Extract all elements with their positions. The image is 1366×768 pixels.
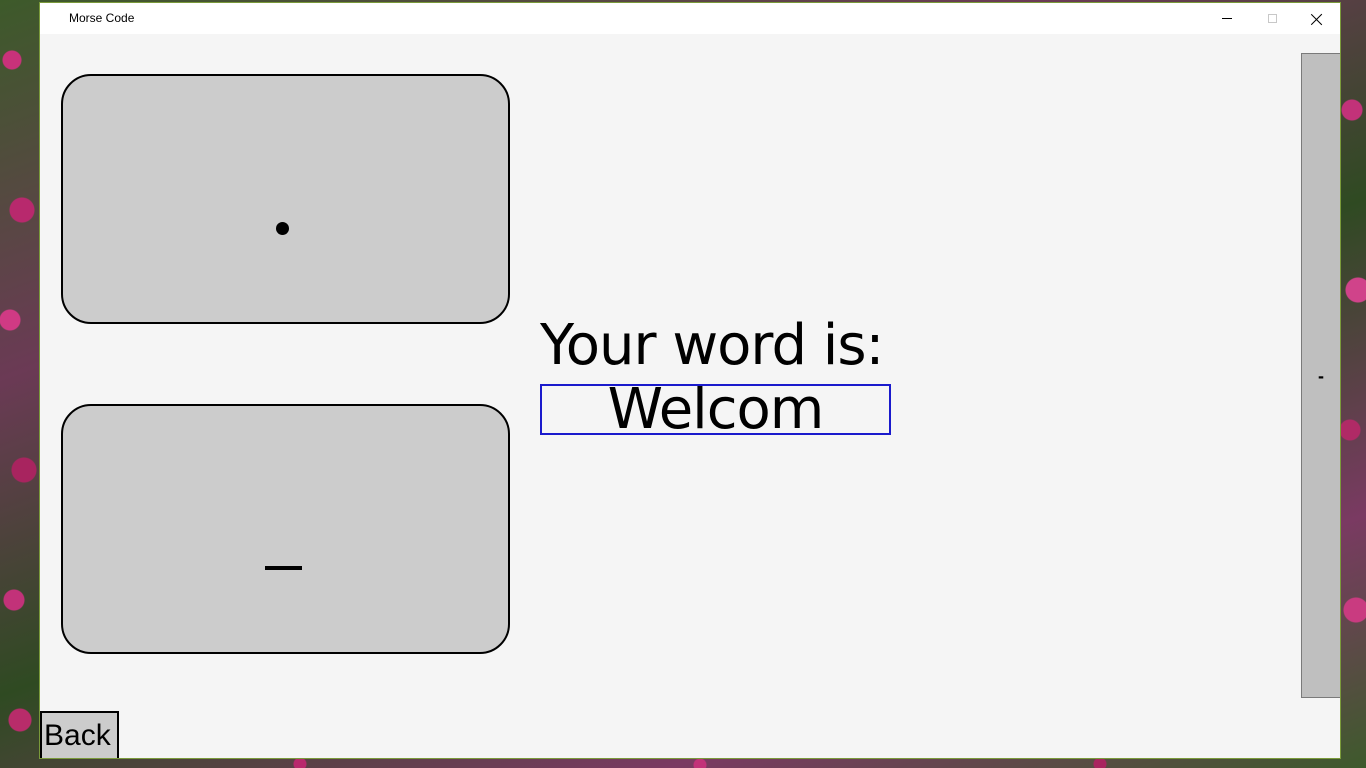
maximize-icon [1267,14,1277,23]
word-prompt-label: Your word is: [540,313,884,378]
back-button[interactable]: Back [40,711,119,758]
separator-button-label: - [1318,365,1324,386]
dot-icon [276,222,289,235]
maximize-button[interactable] [1249,3,1295,34]
window-title: Morse Code [69,11,135,25]
word-display-field: Welcom [540,384,891,435]
back-button-label: Back [44,718,111,752]
close-icon [1311,13,1323,25]
minimize-button[interactable] [1204,3,1250,34]
dash-key-button[interactable] [61,404,510,654]
word-value: Welcom [607,384,825,435]
dash-icon [265,566,302,570]
dot-key-button[interactable] [61,74,510,324]
minimize-icon [1222,18,1232,19]
close-button[interactable] [1294,3,1340,34]
app-window: Morse Code Your word is: Welcom - Back [39,2,1341,759]
title-bar: Morse Code [40,3,1340,34]
separator-button[interactable]: - [1301,53,1340,698]
